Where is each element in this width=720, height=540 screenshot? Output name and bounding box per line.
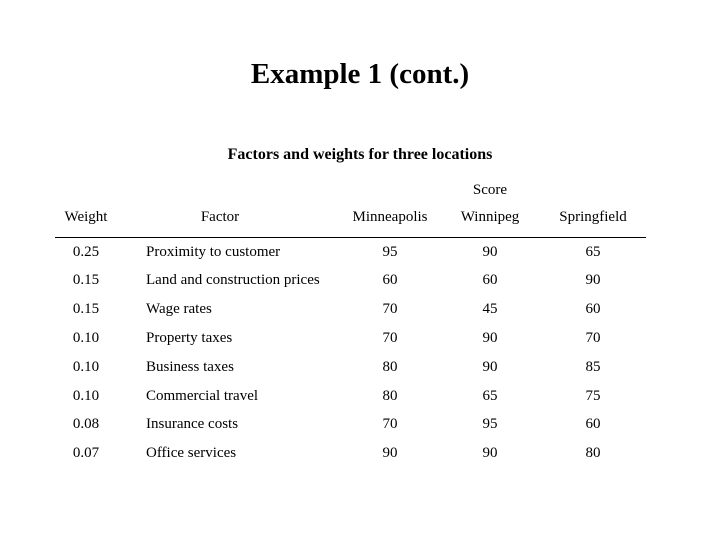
page-title: Example 1 (cont.) [250,58,470,90]
springfield-score: 65 [585,244,601,260]
factor-cell: Commercial travel [146,388,259,404]
factor-cell: Insurance costs [146,416,239,432]
header-weight: Weight [64,209,108,225]
table-row: 0.07 Office services 90 90 80 [0,445,720,469]
springfield-score: 75 [585,388,601,404]
header-factor: Factor [200,209,240,225]
winnipeg-score: 60 [482,272,498,288]
winnipeg-score: 45 [482,301,498,317]
winnipeg-score: 90 [482,445,498,461]
table-row: 0.10 Business taxes 80 90 85 [0,359,720,383]
weight-cell: 0.10 [72,388,100,404]
weight-cell: 0.08 [72,416,100,432]
table-row: 0.10 Property taxes 70 90 70 [0,330,720,354]
minneapolis-score: 70 [382,416,398,432]
springfield-score: 60 [585,301,601,317]
weight-cell: 0.10 [72,330,100,346]
weight-cell: 0.15 [72,272,100,288]
table-row: 0.08 Insurance costs 70 95 60 [0,416,720,440]
springfield-score: 90 [585,272,601,288]
factor-cell: Wage rates [146,301,212,317]
factor-cell: Property taxes [146,330,233,346]
table-row: 0.25 Proximity to customer 95 90 65 [0,244,720,268]
winnipeg-score: 65 [482,388,498,404]
factor-cell: Land and construction prices [146,272,320,288]
table-row: 0.15 Land and construction prices 60 60 … [0,272,720,296]
weight-cell: 0.25 [72,244,100,260]
weight-cell: 0.10 [72,359,100,375]
winnipeg-score: 90 [482,330,498,346]
minneapolis-score: 80 [382,359,398,375]
factor-cell: Business taxes [146,359,234,375]
header-winnipeg: Winnipeg [460,209,520,225]
table-row: 0.15 Wage rates 70 45 60 [0,301,720,325]
header-minneapolis: Minneapolis [352,209,428,225]
factor-cell: Proximity to customer [146,244,281,260]
springfield-score: 85 [585,359,601,375]
minneapolis-score: 70 [382,330,398,346]
header-springfield: Springfield [559,209,627,225]
winnipeg-score: 90 [482,359,498,375]
weight-cell: 0.07 [72,445,100,461]
springfield-score: 60 [585,416,601,432]
score-group-header: Score [472,182,508,198]
table-row: 0.10 Commercial travel 80 65 75 [0,388,720,412]
springfield-score: 70 [585,330,601,346]
minneapolis-score: 90 [382,445,398,461]
factor-cell: Office services [146,445,237,461]
winnipeg-score: 95 [482,416,498,432]
header-divider [55,237,646,238]
springfield-score: 80 [585,445,601,461]
minneapolis-score: 70 [382,301,398,317]
table-caption: Factors and weights for three locations [227,146,493,163]
minneapolis-score: 95 [382,244,398,260]
weight-cell: 0.15 [72,301,100,317]
minneapolis-score: 60 [382,272,398,288]
minneapolis-score: 80 [382,388,398,404]
winnipeg-score: 90 [482,244,498,260]
